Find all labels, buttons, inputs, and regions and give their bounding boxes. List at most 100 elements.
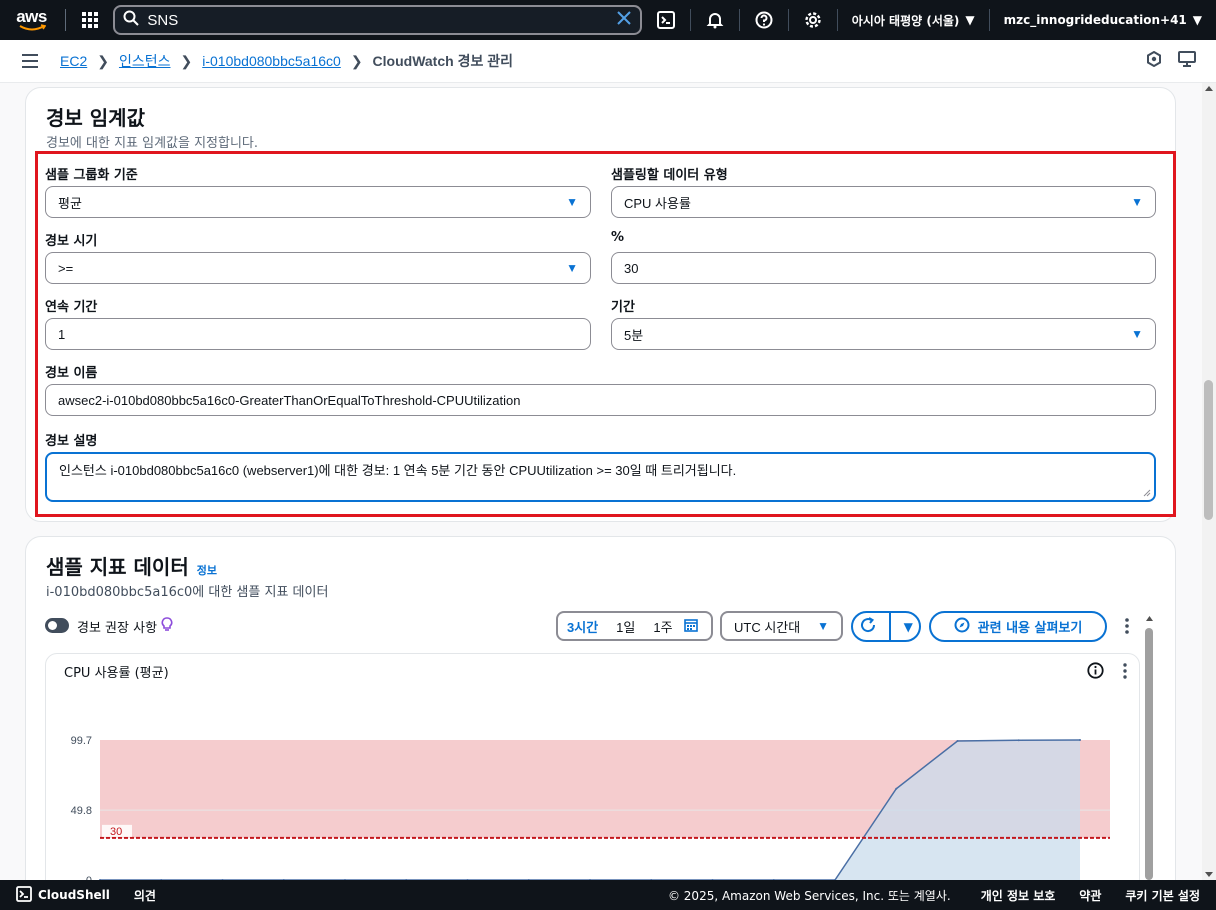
region-label: 아시아 태평양 (서울) bbox=[851, 13, 960, 28]
consecutive-label: 연속 기간 bbox=[45, 300, 98, 315]
caret-down-icon: ▼ bbox=[1192, 13, 1203, 27]
refresh-options-caret-icon[interactable]: ▼ bbox=[904, 620, 913, 634]
percent-value: 30 bbox=[624, 260, 639, 276]
account-menu[interactable]: mzc_innogrideducation+41 ▼ bbox=[990, 13, 1216, 27]
threshold-label: 30 bbox=[110, 826, 122, 838]
alarm-recommendations-toggle[interactable] bbox=[45, 618, 69, 633]
data-type-value: CPU 사용률 bbox=[624, 195, 691, 211]
help-icon[interactable] bbox=[740, 4, 788, 36]
range-1d[interactable]: 1일 bbox=[607, 617, 644, 636]
caret-down-icon: ▼ bbox=[965, 13, 975, 27]
clear-search-icon[interactable] bbox=[616, 10, 632, 30]
page-scrollbar-thumb[interactable] bbox=[1204, 380, 1213, 520]
toggle-label-row: 경보 권장 사항 bbox=[77, 617, 173, 636]
data-type-select[interactable]: CPU 사용률 ▼ bbox=[611, 186, 1156, 218]
data-point bbox=[1079, 739, 1081, 741]
alarm-name-value: awsec2-i-010bd080bbc5a16c0-GreaterThanOr… bbox=[58, 392, 521, 408]
range-1w[interactable]: 1주 bbox=[644, 617, 681, 636]
caret-down-icon: ▼ bbox=[1131, 195, 1143, 209]
notifications-bell-icon[interactable] bbox=[691, 4, 739, 36]
search-icon bbox=[123, 10, 140, 30]
lightbulb-icon bbox=[161, 617, 173, 636]
services-grid-icon[interactable] bbox=[74, 4, 105, 36]
group-by-select[interactable]: 평균 ▼ bbox=[45, 186, 591, 218]
y-tick-label: 49.8 bbox=[71, 805, 92, 817]
breadcrumb-bar: EC2 ❯ 인스턴스 ❯ i-010bd080bbc5a16c0 ❯ Cloud… bbox=[0, 40, 1216, 83]
cpu-chart-svg: 99.749.8030 bbox=[71, 735, 1110, 887]
cookie-preferences-link[interactable]: 쿠키 기본 설정 bbox=[1125, 887, 1200, 904]
region-selector[interactable]: 아시아 태평양 (서울) ▼ bbox=[838, 12, 989, 29]
when-select[interactable]: >= ▼ bbox=[45, 252, 591, 284]
panel-title: 경보 임계값 bbox=[46, 106, 145, 130]
panel-title: 샘플 지표 데이터 bbox=[46, 555, 189, 579]
percent-label: % bbox=[611, 230, 625, 245]
more-options-icon[interactable] bbox=[1120, 616, 1134, 636]
toggle-label: 경보 권장 사항 bbox=[77, 621, 158, 636]
cloudshell-footer-icon[interactable] bbox=[16, 885, 32, 905]
cloudshell-link[interactable]: CloudShell bbox=[38, 888, 110, 902]
consecutive-input[interactable]: 1 bbox=[45, 318, 591, 350]
privacy-link[interactable]: 개인 정보 보호 bbox=[981, 887, 1056, 904]
chevron-right-icon: ❯ bbox=[97, 52, 109, 69]
cloudshell-icon[interactable] bbox=[642, 4, 690, 36]
menu-hamburger-icon[interactable] bbox=[0, 54, 60, 68]
footer: CloudShell 의견 © 2025, Amazon Web Service… bbox=[0, 880, 1216, 910]
panel-title-row: 샘플 지표 데이터 정보 bbox=[46, 551, 217, 580]
period-select[interactable]: 5분 ▼ bbox=[611, 318, 1156, 350]
data-point bbox=[956, 739, 959, 742]
button-divider bbox=[889, 612, 892, 641]
caret-down-icon: ▼ bbox=[566, 195, 578, 209]
calendar-icon[interactable] bbox=[683, 618, 698, 635]
percent-input[interactable]: 30 bbox=[611, 252, 1156, 284]
timezone-value: UTC 시간대 bbox=[734, 619, 801, 635]
timezone-select[interactable]: UTC 시간대 ▼ bbox=[720, 611, 843, 641]
screen-feedback-icon[interactable] bbox=[1178, 51, 1196, 71]
nav-divider bbox=[65, 9, 67, 31]
group-by-value: 평균 bbox=[58, 195, 82, 211]
when-value: >= bbox=[58, 260, 74, 276]
alarm-description-textarea[interactable]: 인스턴스 i-010bd080bbc5a16c0 (webserver1)에 대… bbox=[45, 452, 1156, 502]
terms-link[interactable]: 약관 bbox=[1079, 887, 1101, 904]
compass-icon bbox=[954, 617, 970, 637]
when-label: 경보 시기 bbox=[45, 234, 98, 249]
refresh-button-group: ▼ bbox=[851, 611, 921, 642]
chevron-right-icon: ❯ bbox=[180, 52, 193, 69]
breadcrumb-link-instance-id[interactable]: i-010bd080bbc5a16c0 bbox=[202, 53, 341, 69]
time-range-selector: 3시간 1일 1주 bbox=[556, 611, 713, 641]
alarm-description-label: 경보 설명 bbox=[45, 434, 98, 449]
breadcrumb-link-instances[interactable]: 인스턴스 bbox=[119, 51, 171, 71]
copyright-text: © 2025, Amazon Web Services, Inc. 또는 계열사… bbox=[667, 888, 951, 903]
alarm-name-input[interactable]: awsec2-i-010bd080bbc5a16c0-GreaterThanOr… bbox=[45, 384, 1156, 416]
global-search[interactable] bbox=[113, 5, 642, 35]
feedback-link[interactable]: 의견 bbox=[134, 887, 156, 904]
data-point bbox=[895, 787, 898, 790]
alarm-name-label: 경보 이름 bbox=[45, 366, 98, 381]
aws-logo[interactable]: aws bbox=[6, 0, 57, 40]
resize-handle-icon bbox=[1143, 489, 1151, 497]
period-value: 5분 bbox=[624, 327, 644, 343]
info-link[interactable]: 정보 bbox=[197, 562, 217, 578]
feedback-hexagon-icon[interactable] bbox=[1146, 50, 1162, 71]
chevron-right-icon: ❯ bbox=[350, 52, 363, 69]
group-by-label: 샘플 그룹화 기준 bbox=[45, 168, 138, 183]
settings-gear-icon[interactable] bbox=[789, 4, 837, 36]
caret-down-icon: ▼ bbox=[1131, 327, 1143, 341]
aws-logo-text: aws bbox=[16, 6, 47, 26]
cpu-chart-widget: CPU 사용률 (평균) 99.749.8030 bbox=[45, 653, 1140, 893]
account-label: mzc_innogrideducation+41 bbox=[1003, 13, 1187, 27]
refresh-icon[interactable] bbox=[859, 616, 877, 638]
y-tick-label: 99.7 bbox=[71, 735, 92, 747]
caret-down-icon: ▼ bbox=[566, 261, 578, 275]
panel-subtitle: 경보에 대한 지표 임계값을 지정합니다. bbox=[46, 136, 259, 151]
chart-scrollbar-thumb[interactable] bbox=[1145, 628, 1153, 880]
range-3h[interactable]: 3시간 bbox=[558, 617, 607, 636]
breadcrumb-current: CloudWatch 경보 관리 bbox=[372, 53, 513, 69]
explore-related-button[interactable]: 관련 내용 살펴보기 bbox=[929, 611, 1107, 642]
panel-subtitle: i-010bd080bbc5a16c0에 대한 샘플 지표 데이터 bbox=[46, 585, 329, 600]
consecutive-value: 1 bbox=[58, 326, 66, 342]
alarm-description-value: 인스턴스 i-010bd080bbc5a16c0 (webserver1)에 대… bbox=[59, 463, 737, 478]
search-input[interactable] bbox=[147, 11, 616, 29]
top-navigation: aws 아시아 태평양 (서울) ▼ bbox=[0, 0, 1216, 40]
breadcrumb-link-ec2[interactable]: EC2 bbox=[60, 53, 87, 69]
caret-down-icon: ▼ bbox=[817, 619, 829, 633]
